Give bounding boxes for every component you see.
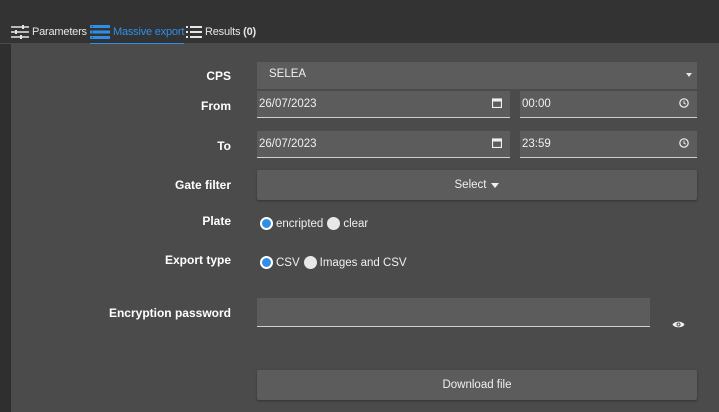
massive-export-panel: CPS SELEA From 26/07/2023 00:00 To 26/07…	[11, 44, 719, 412]
from-time-input[interactable]: 00:00	[520, 91, 697, 118]
export-type-label: Export type	[164, 253, 231, 267]
download-file-button[interactable]: Download file	[257, 370, 697, 400]
tab-bar: Parameters Massive export Results (0)	[0, 0, 719, 45]
to-time-value: 23:59	[522, 138, 551, 150]
chevron-down-icon	[686, 73, 692, 77]
download-file-label: Download file	[442, 379, 512, 391]
encryption-password-input[interactable]	[257, 298, 650, 327]
tab-results-label: Results (0)	[205, 26, 256, 38]
calendar-icon[interactable]	[491, 98, 503, 111]
from-label: From	[201, 99, 231, 113]
tab-massive-export-label: Massive export	[113, 26, 185, 38]
to-date-input[interactable]: 26/07/2023	[257, 131, 510, 158]
gate-filter-label: Gate filter	[174, 178, 231, 192]
list-icon	[186, 26, 202, 38]
gate-filter-select-button[interactable]: Select	[257, 170, 697, 200]
export-type-option-images-csv-label: Images and CSV	[319, 256, 407, 269]
to-label: To	[217, 139, 231, 153]
plate-radio-group: encripted clear	[260, 217, 372, 230]
export-type-option-csv-label: CSV	[276, 256, 300, 269]
plate-radio-clear[interactable]	[327, 217, 341, 230]
from-date-value: 26/07/2023	[259, 98, 317, 110]
sliders-icon	[11, 25, 29, 39]
plate-label: Plate	[202, 214, 231, 228]
tab-parameters[interactable]: Parameters	[11, 23, 87, 41]
clock-icon[interactable]	[679, 98, 689, 111]
tab-massive-export[interactable]: Massive export	[90, 23, 185, 45]
to-time-input[interactable]: 23:59	[520, 131, 697, 158]
results-count: (0)	[243, 26, 256, 38]
export-type-radio-images-csv[interactable]	[303, 256, 317, 269]
tab-parameters-label: Parameters	[32, 26, 87, 38]
cps-value: SELEA	[269, 68, 307, 80]
cps-label: CPS	[206, 69, 231, 83]
plate-radio-encripted[interactable]	[260, 217, 273, 230]
list-stack-icon	[90, 25, 110, 39]
caret-down-icon	[491, 182, 500, 188]
from-time-value: 00:00	[522, 98, 551, 110]
to-date-value: 26/07/2023	[259, 138, 317, 150]
plate-option-clear-label: clear	[343, 217, 369, 230]
from-date-input[interactable]: 26/07/2023	[257, 91, 510, 118]
tab-results[interactable]: Results (0)	[186, 23, 256, 41]
gate-filter-select-label: Select	[454, 179, 487, 191]
eye-icon[interactable]	[672, 316, 685, 334]
export-type-radio-group: CSV Images and CSV	[260, 256, 411, 269]
export-type-radio-csv[interactable]	[260, 256, 273, 269]
clock-icon[interactable]	[679, 138, 689, 151]
calendar-icon[interactable]	[491, 138, 503, 151]
plate-option-encripted-label: encripted	[276, 217, 324, 230]
cps-select[interactable]: SELEA	[257, 62, 697, 89]
encryption-password-label: Encryption password	[108, 306, 231, 320]
